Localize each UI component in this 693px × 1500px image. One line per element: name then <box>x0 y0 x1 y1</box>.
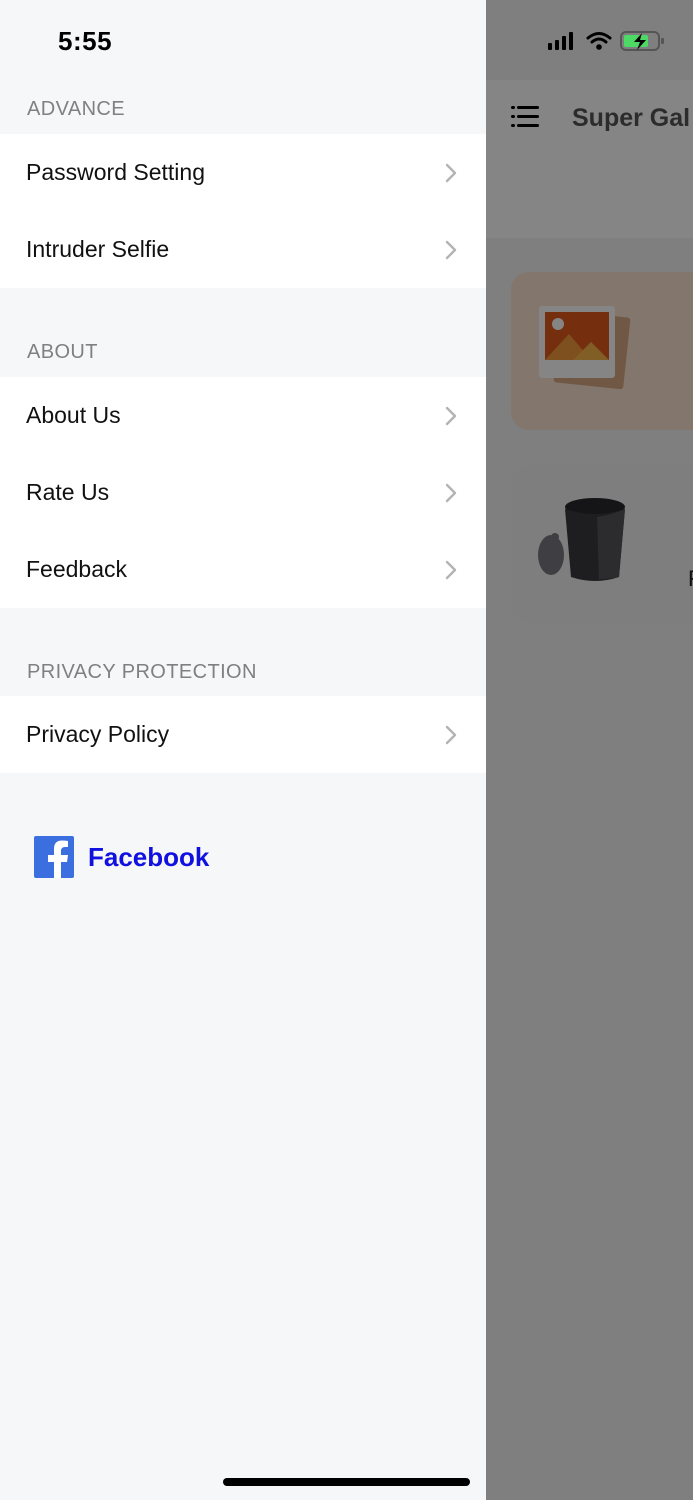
menu-item-privacy-policy[interactable]: Privacy Policy <box>0 696 486 773</box>
wifi-icon <box>586 32 612 50</box>
menu-item-label: Feedback <box>26 556 128 582</box>
menu-item-feedback[interactable]: Feedback <box>0 531 486 608</box>
home-indicator[interactable] <box>223 1478 470 1486</box>
section-header-advance: ADVANCE <box>27 98 126 120</box>
menu-item-label: About Us <box>26 402 121 428</box>
menu-item-password-setting[interactable]: Password Setting <box>0 134 486 211</box>
status-icons <box>548 31 664 51</box>
status-time: 5:55 <box>58 26 113 56</box>
side-drawer: ADVANCE Password Setting Intruder Selfie… <box>0 0 486 1500</box>
facebook-label: Facebook <box>88 841 210 872</box>
menu-item-label: Password Setting <box>26 159 205 185</box>
advance-group: Password Setting Intruder Selfie <box>0 134 486 288</box>
chevron-right-icon <box>445 483 457 502</box>
section-header-privacy-protection: PRIVACY PROTECTION <box>27 661 257 683</box>
battery-charging-icon <box>620 31 664 51</box>
chevron-right-icon <box>445 163 457 182</box>
privacy-group: Privacy Policy <box>0 696 486 773</box>
about-group: About Us Rate Us Feedback <box>0 377 486 608</box>
chevron-right-icon <box>445 725 457 744</box>
facebook-icon <box>34 836 74 878</box>
chevron-right-icon <box>445 560 457 579</box>
menu-item-about-us[interactable]: About Us <box>0 377 486 454</box>
menu-item-label: Privacy Policy <box>26 721 170 747</box>
menu-item-intruder-selfie[interactable]: Intruder Selfie <box>0 211 486 288</box>
chevron-right-icon <box>445 406 457 425</box>
chevron-right-icon <box>445 240 457 259</box>
menu-item-rate-us[interactable]: Rate Us <box>0 454 486 531</box>
menu-item-label: Rate Us <box>26 479 110 505</box>
cellular-signal-icon <box>548 32 573 50</box>
facebook-link[interactable]: Facebook <box>34 836 209 878</box>
screen: Super Gal F ADVANCE <box>0 0 693 1500</box>
section-header-about: ABOUT <box>27 341 98 363</box>
menu-item-label: Intruder Selfie <box>26 236 170 262</box>
